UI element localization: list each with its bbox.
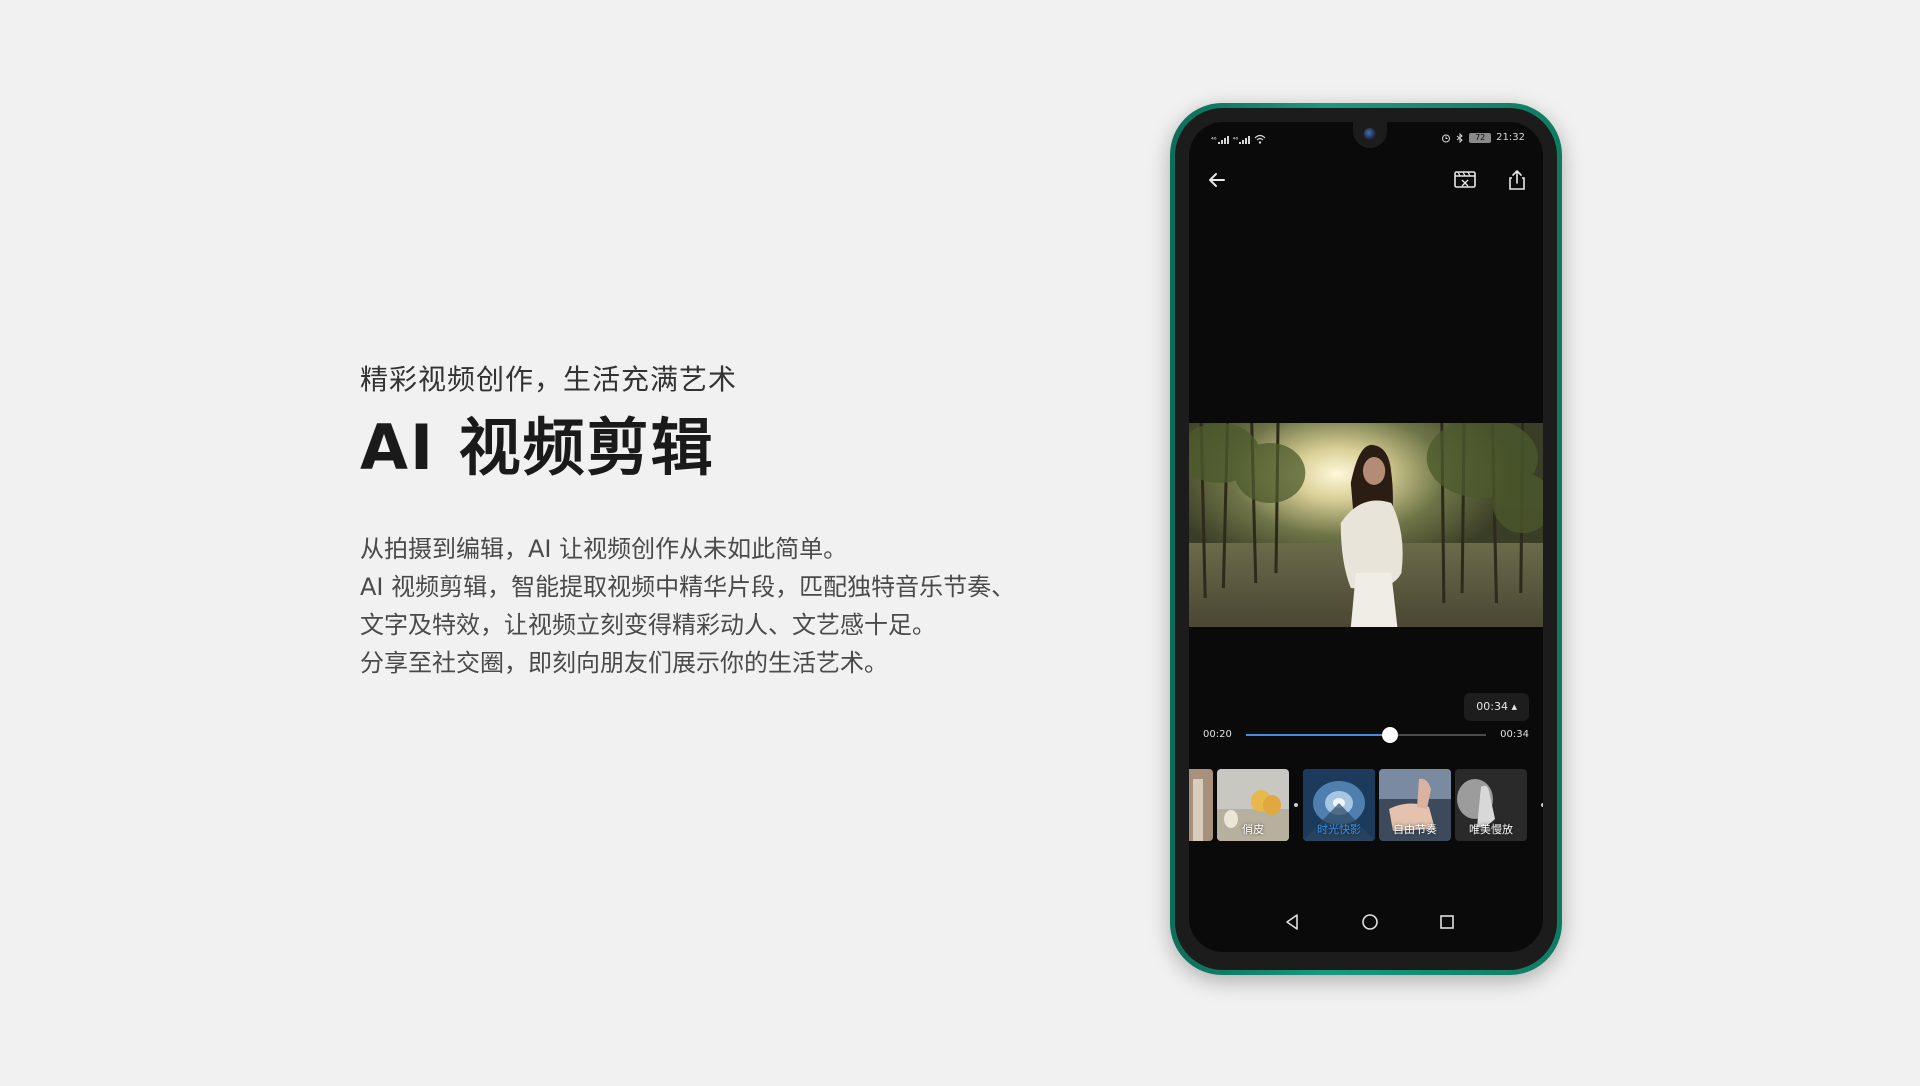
template-strip: 俏皮 时光快影 自由节奏 唯美慢放 bbox=[1189, 769, 1543, 841]
battery-icon: 72 bbox=[1469, 132, 1492, 143]
bluetooth-icon bbox=[1456, 132, 1463, 143]
promo-text: 精彩视频创作，生活充满艺术 AI 视频剪辑 从拍摄到编辑，AI 让视频创作从未如… bbox=[360, 360, 1080, 682]
signal-icon: ⁴⁶ bbox=[1211, 136, 1229, 144]
share-icon[interactable] bbox=[1503, 166, 1531, 194]
video-frame-image bbox=[1189, 423, 1543, 627]
template-item[interactable]: 俏皮 bbox=[1217, 769, 1289, 841]
template-item[interactable] bbox=[1189, 769, 1213, 841]
progress-slider[interactable] bbox=[1246, 727, 1486, 743]
description-line: AI 视频剪辑，智能提取视频中精华片段，匹配独特音乐节奏、 bbox=[360, 573, 1016, 601]
separator-dot bbox=[1541, 803, 1543, 807]
export-video-icon[interactable] bbox=[1451, 166, 1479, 194]
status-bar: ⁴⁶ ⁴⁶ 72 21:32 bbox=[1189, 122, 1543, 152]
network-type-label: ⁴⁶ bbox=[1211, 136, 1217, 144]
description-line: 文字及特效，让视频立刻变得精彩动人、文艺感十足。 bbox=[360, 611, 936, 639]
template-label: 自由节奏 bbox=[1393, 823, 1437, 836]
partial-thumbnail bbox=[1189, 769, 1213, 841]
slider-thumb[interactable] bbox=[1382, 727, 1398, 743]
signal-group: ⁴⁶ ⁴⁶ bbox=[1211, 134, 1266, 144]
promo-title: AI 视频剪辑 bbox=[360, 411, 715, 484]
separator-dot bbox=[1294, 803, 1298, 807]
template-label: 唯美慢放 bbox=[1469, 823, 1513, 836]
video-preview[interactable] bbox=[1189, 423, 1543, 627]
template-item[interactable]: 唯美慢放 bbox=[1455, 769, 1527, 841]
status-right: 72 21:32 bbox=[1441, 132, 1525, 143]
network-type-label: ⁴⁶ bbox=[1232, 136, 1239, 144]
description-line: 从拍摄到编辑，AI 让视频创作从未如此简单。 bbox=[360, 535, 848, 563]
wifi-icon bbox=[1254, 134, 1266, 144]
end-time: 00:34 bbox=[1500, 729, 1529, 740]
timeline: 00:20 00:34 bbox=[1189, 720, 1543, 750]
recents-square-icon[interactable] bbox=[1435, 910, 1459, 934]
template-item-selected[interactable]: 时光快影 bbox=[1303, 769, 1375, 841]
duration-selector[interactable]: 00:34 ▴ bbox=[1464, 693, 1529, 721]
template-label: 时光快影 bbox=[1317, 823, 1361, 836]
back-triangle-icon[interactable] bbox=[1280, 910, 1304, 934]
start-time: 00:20 bbox=[1203, 729, 1232, 740]
system-nav-bar bbox=[1189, 896, 1543, 952]
clock: 21:32 bbox=[1496, 132, 1525, 143]
phone-screen: ⁴⁶ ⁴⁶ 72 21:32 00:34 ▴ 00:20 00:34 俏皮 时光… bbox=[1189, 122, 1543, 952]
progress-fill bbox=[1246, 734, 1390, 736]
template-label: 俏皮 bbox=[1242, 823, 1264, 836]
signal-icon: ⁴⁶ bbox=[1233, 136, 1251, 144]
alarm-icon bbox=[1442, 134, 1451, 142]
editor-toolbar bbox=[1189, 160, 1543, 200]
back-arrow-icon[interactable] bbox=[1203, 166, 1231, 194]
home-circle-icon[interactable] bbox=[1358, 910, 1382, 934]
promo-subtitle: 精彩视频创作，生活充满艺术 bbox=[360, 363, 738, 396]
description-line: 分享至社交圈，即刻向朋友们展示你的生活艺术。 bbox=[360, 649, 888, 677]
template-item[interactable]: 自由节奏 bbox=[1379, 769, 1451, 841]
phone-frame: ⁴⁶ ⁴⁶ 72 21:32 00:34 ▴ 00:20 00:34 俏皮 时光… bbox=[1170, 103, 1562, 975]
phone-bezel: ⁴⁶ ⁴⁶ 72 21:32 00:34 ▴ 00:20 00:34 俏皮 时光… bbox=[1175, 108, 1557, 970]
promo-description: 从拍摄到编辑，AI 让视频创作从未如此简单。 AI 视频剪辑，智能提取视频中精华… bbox=[360, 530, 1080, 682]
